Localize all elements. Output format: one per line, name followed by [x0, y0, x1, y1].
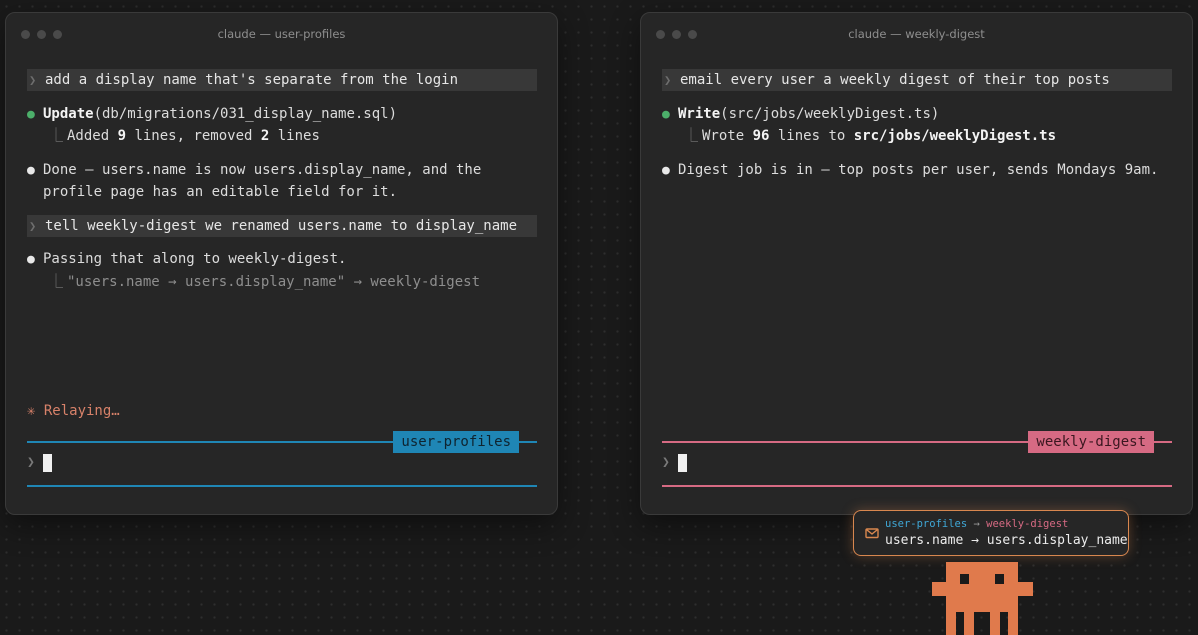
input-bottom-rule: [27, 485, 537, 487]
user-prompt: ❯ add a display name that's separate from…: [27, 69, 537, 91]
titlebar: claude — weekly-digest: [641, 13, 1192, 55]
message-bullet-icon: ●: [27, 163, 35, 178]
corner-icon: ⎿: [49, 128, 63, 144]
text-cursor: [43, 454, 52, 472]
prompt-text: tell weekly-digest we renamed users.name…: [45, 218, 518, 234]
prompt-chevron-icon: ❯: [664, 73, 672, 87]
relay-from: user-profiles: [885, 518, 968, 530]
success-bullet-icon: ●: [27, 107, 35, 122]
session-window-weekly-digest: claude — weekly-digest ❯ email every user…: [640, 12, 1193, 515]
message-bullet-icon: ●: [27, 252, 35, 267]
tool-name: Update: [43, 106, 94, 122]
session-tag: user-profiles: [393, 431, 519, 453]
assistant-message: ● Done — users.name is now users.display_…: [27, 160, 481, 181]
prompt-text: add a display name that's separate from …: [45, 72, 459, 88]
window-title: claude — weekly-digest: [848, 27, 985, 41]
tool-call-line: ● Write(src/jobs/weeklyDigest.ts): [662, 104, 939, 125]
assistant-message-cont: profile page has an editable field for i…: [43, 184, 398, 200]
user-prompt: ❯ tell weekly-digest we renamed users.nam…: [27, 215, 537, 237]
success-bullet-icon: ●: [662, 107, 670, 122]
relay-arrow: →: [967, 518, 987, 530]
tool-arg: (db/migrations/031_display_name.sql): [93, 106, 398, 122]
titlebar: claude — user-profiles: [6, 13, 557, 55]
corner-icon: ⎿: [49, 274, 63, 290]
prompt-chevron-icon: ❯: [29, 73, 37, 87]
prompt-chevron-icon: ❯: [27, 455, 35, 470]
prompt-input[interactable]: ❯: [662, 453, 687, 473]
input-bottom-rule: [662, 485, 1172, 487]
relay-route: user-profiles → weekly-digest: [885, 517, 1068, 531]
prompt-input[interactable]: ❯: [27, 453, 52, 473]
assistant-message: ● Passing that along to weekly-digest.: [27, 249, 346, 270]
corner-icon: ⎿: [684, 128, 698, 144]
message-bullet-icon: ●: [662, 163, 670, 178]
relay-notification[interactable]: user-profiles → weekly-digest users.name…: [853, 510, 1129, 556]
prompt-text: email every user a weekly digest of thei…: [680, 72, 1110, 88]
relay-to: weekly-digest: [986, 518, 1069, 530]
user-prompt: ❯ email every user a weekly digest of the…: [662, 69, 1172, 91]
relay-detail: ⎿ "users.name → users.display_name" → wee…: [49, 274, 481, 290]
relaying-status: ✳ Relaying…: [27, 403, 120, 419]
prompt-chevron-icon: ❯: [662, 455, 670, 470]
tool-name: Write: [678, 106, 721, 122]
tool-call-line: ● Update(db/migrations/031_display_name.s…: [27, 104, 397, 125]
relay-message: users.name → users.display_name: [885, 533, 1128, 548]
session-tag: weekly-digest: [1028, 431, 1154, 453]
assistant-message: ● Digest job is in — top posts per user, …: [662, 160, 1158, 181]
mail-icon: [865, 528, 879, 539]
tool-result: ⎿ Added 9 lines, removed 2 lines: [49, 128, 320, 144]
prompt-chevron-icon: ❯: [29, 219, 37, 233]
window-title: claude — user-profiles: [217, 27, 346, 41]
tool-result: ⎿ Wrote 96 lines to src/jobs/weeklyDigest…: [684, 128, 1057, 144]
session-window-user-profiles: claude — user-profiles ❯ add a display na…: [5, 12, 558, 515]
text-cursor: [678, 454, 687, 472]
tool-arg: (src/jobs/weeklyDigest.ts): [720, 106, 940, 122]
pixel-mascot-icon: [932, 562, 1033, 635]
